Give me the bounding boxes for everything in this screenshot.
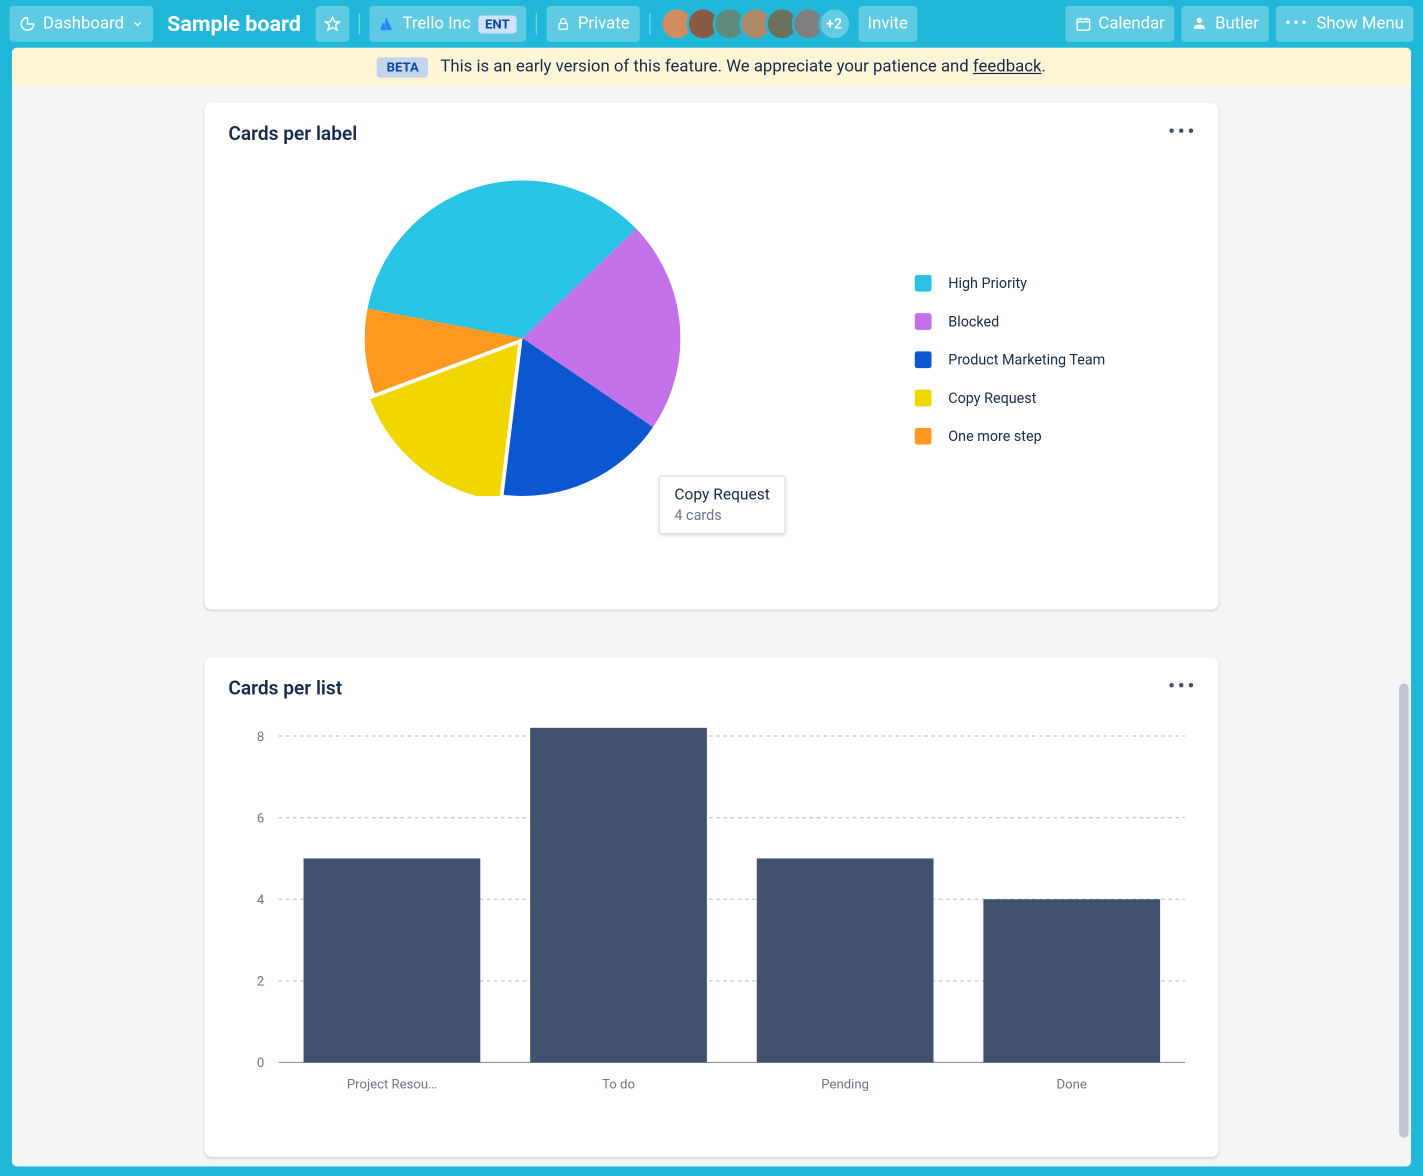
bar[interactable] — [757, 858, 934, 1062]
avatar-overflow[interactable]: +2 — [817, 7, 850, 40]
calendar-button[interactable]: Calendar — [1065, 6, 1174, 42]
beta-banner: BETA This is an early version of this fe… — [12, 48, 1411, 86]
bar-chart: 0 2 4 6 8 Project Resou… To do Pending Done — [228, 721, 1194, 1103]
banner-text-after: . — [1042, 57, 1046, 76]
legend-label: Copy Request — [948, 390, 1036, 407]
legend-item[interactable]: Product Marketing Team — [915, 351, 1106, 368]
beta-badge: BETA — [377, 57, 428, 77]
star-button[interactable] — [315, 6, 348, 42]
dashboard-content: BETA This is an early version of this fe… — [12, 48, 1411, 1167]
legend-swatch — [915, 428, 932, 445]
view-switcher-label: Dashboard — [43, 14, 124, 33]
star-icon — [324, 16, 341, 33]
calendar-icon — [1075, 16, 1092, 33]
calendar-label: Calendar — [1098, 14, 1164, 33]
panel-menu-button[interactable]: ••• — [1168, 674, 1197, 699]
butler-icon — [1191, 16, 1208, 33]
x-tick-label: Done — [1057, 1078, 1087, 1093]
legend-swatch — [915, 351, 932, 368]
legend-swatch — [915, 390, 932, 407]
member-avatars[interactable]: +2 — [659, 7, 850, 40]
divider — [649, 13, 650, 35]
butler-label: Butler — [1215, 14, 1259, 33]
legend-item[interactable]: Blocked — [915, 313, 1106, 330]
butler-button[interactable]: Butler — [1182, 6, 1269, 42]
board-header: Dashboard Sample board Trello Inc ENT Pr — [0, 0, 1423, 48]
pie-legend: High Priority Blocked Product Marketing Te… — [915, 275, 1106, 445]
chart-tooltip: Copy Request 4 cards — [659, 476, 786, 535]
x-tick-label: To do — [602, 1078, 635, 1093]
show-menu-label: Show Menu — [1316, 14, 1403, 33]
legend-label: High Priority — [948, 275, 1027, 292]
visibility-label: Private — [578, 14, 630, 33]
bar[interactable] — [530, 728, 707, 1063]
org-label: Trello Inc — [402, 14, 470, 33]
panel-cards-per-label: Cards per label ••• High Priority Blocked… — [204, 103, 1218, 610]
org-button[interactable]: Trello Inc ENT — [369, 6, 526, 42]
y-tick-label: 4 — [257, 893, 265, 908]
bar[interactable] — [304, 858, 481, 1062]
org-badge: ENT — [478, 15, 517, 33]
panel-title: Cards per list — [228, 676, 1194, 699]
show-menu-button[interactable]: ••• Show Menu — [1276, 6, 1414, 42]
legend-label: Product Marketing Team — [948, 351, 1105, 368]
lock-icon — [556, 17, 570, 31]
y-tick-label: 2 — [257, 975, 264, 990]
legend-label: One more step — [948, 428, 1041, 445]
panel-cards-per-list: Cards per list ••• 0 2 4 6 8 Project Resou… To… — [204, 657, 1218, 1157]
tooltip-title: Copy Request — [674, 486, 769, 504]
y-tick-label: 0 — [257, 1056, 264, 1071]
invite-button[interactable]: Invite — [858, 6, 917, 42]
legend-swatch — [915, 313, 932, 330]
dashboard-icon — [19, 16, 36, 33]
visibility-button[interactable]: Private — [547, 6, 639, 42]
divider — [358, 13, 359, 35]
panel-title: Cards per label — [228, 122, 1194, 145]
feedback-link[interactable]: feedback — [973, 57, 1042, 76]
panel-menu-button[interactable]: ••• — [1168, 120, 1197, 145]
legend-item[interactable]: One more step — [915, 428, 1106, 445]
banner-text: This is an early version of this feature… — [440, 57, 1046, 76]
y-tick-label: 8 — [257, 730, 264, 745]
y-tick-label: 6 — [257, 811, 264, 826]
divider — [536, 13, 537, 35]
atlassian-icon — [379, 16, 396, 33]
ellipsis-icon: ••• — [1285, 14, 1309, 33]
dashboard-scroll[interactable]: Cards per label ••• High Priority Blocked… — [12, 86, 1411, 1166]
bar[interactable] — [983, 899, 1160, 1062]
legend-item[interactable]: High Priority — [915, 275, 1106, 292]
chevron-down-icon — [131, 18, 143, 30]
x-tick-label: Pending — [821, 1078, 869, 1093]
x-tick-label: Project Resou… — [347, 1078, 437, 1093]
invite-label: Invite — [868, 14, 908, 33]
banner-text-before: This is an early version of this feature… — [440, 57, 973, 76]
legend-label: Blocked — [948, 313, 999, 330]
board-title[interactable]: Sample board — [160, 11, 308, 36]
view-switcher[interactable]: Dashboard — [10, 6, 153, 42]
scrollbar-thumb[interactable] — [1399, 684, 1409, 1138]
tooltip-sub: 4 cards — [674, 507, 769, 524]
legend-swatch — [915, 275, 932, 292]
legend-item[interactable]: Copy Request — [915, 390, 1106, 407]
